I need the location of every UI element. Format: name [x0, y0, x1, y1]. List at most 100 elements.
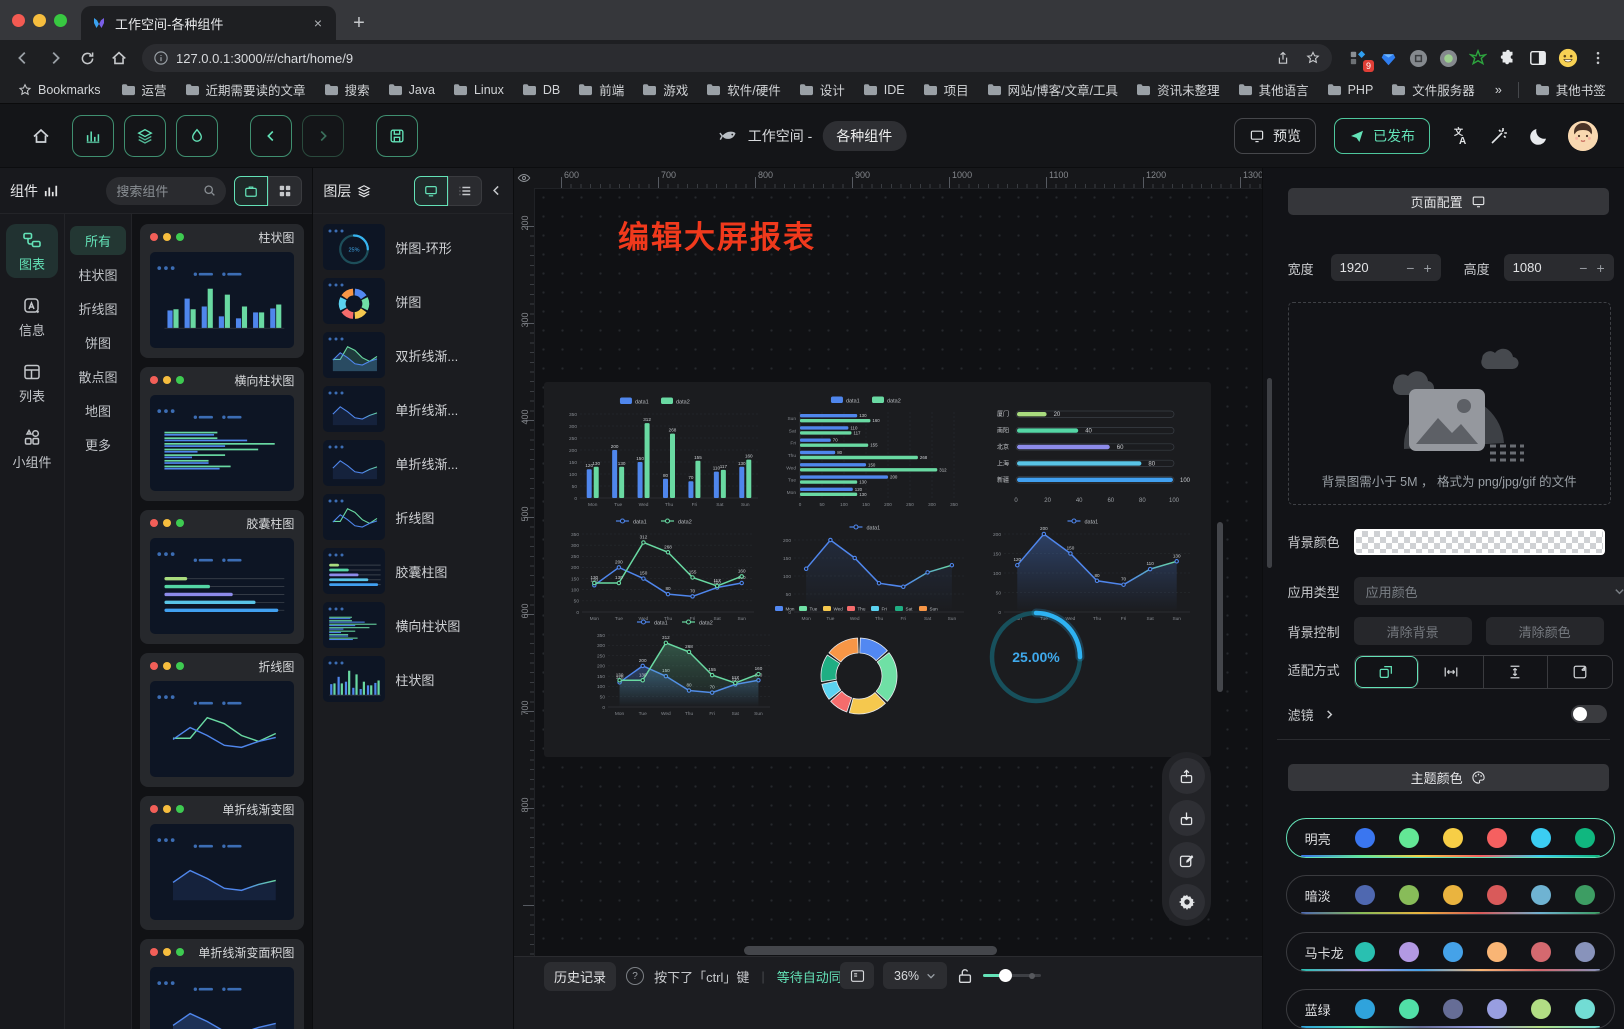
- component-card[interactable]: 单折线渐变图: [140, 796, 304, 930]
- share-icon[interactable]: [1268, 43, 1298, 73]
- dark-mode-moon-icon[interactable]: [1528, 125, 1550, 147]
- bookmark-folder[interactable]: 搜索: [316, 77, 378, 102]
- theme-color-header[interactable]: 主题颜色: [1288, 764, 1609, 791]
- component-card[interactable]: 单折线渐变面积图: [140, 939, 304, 1029]
- zoom-slider[interactable]: [983, 969, 1041, 983]
- category-item[interactable]: 地图: [70, 396, 126, 425]
- toggle-grid-view[interactable]: [268, 176, 302, 206]
- minimize-window-icon[interactable]: [33, 14, 46, 27]
- ruler-eye-icon[interactable]: [514, 168, 534, 188]
- help-icon[interactable]: ?: [626, 967, 644, 985]
- lock-icon[interactable]: [956, 967, 974, 985]
- undo-button[interactable]: [250, 115, 292, 157]
- bookmark-folder[interactable]: 前端: [570, 77, 632, 102]
- theme-row-明亮[interactable]: 明亮: [1286, 818, 1615, 858]
- fit-width-button[interactable]: [1419, 656, 1484, 688]
- publish-button[interactable]: 已发布: [1334, 118, 1430, 154]
- import-button[interactable]: [1169, 800, 1205, 836]
- profile-emoji-icon[interactable]: [1558, 48, 1578, 68]
- layer-list-view[interactable]: [448, 176, 482, 206]
- category-item[interactable]: 更多: [70, 430, 126, 459]
- forward-icon[interactable]: [40, 43, 70, 73]
- home-icon[interactable]: [104, 43, 134, 73]
- chevron-right-icon[interactable]: [1324, 709, 1335, 720]
- layer-item[interactable]: 单折线渐...: [323, 440, 503, 486]
- bookmarks-manager[interactable]: Bookmarks: [10, 80, 109, 100]
- bookmark-folder[interactable]: 近期需要读的文章: [177, 77, 314, 102]
- layers-toolbar-button[interactable]: [124, 115, 166, 157]
- clear-background-button[interactable]: 清除背景: [1354, 617, 1472, 645]
- bookmark-folder[interactable]: 网站/博客/文章/工具: [979, 77, 1126, 102]
- window-controls[interactable]: [0, 0, 81, 40]
- app-type-select[interactable]: 应用颜色: [1354, 577, 1624, 605]
- workspace-name[interactable]: 各种组件: [822, 121, 906, 151]
- bookmark-folder[interactable]: 资讯未整理: [1128, 77, 1228, 102]
- history-button[interactable]: 历史记录: [544, 962, 616, 991]
- layer-item[interactable]: 25%饼图-环形: [323, 224, 503, 270]
- components-toolbar-button[interactable]: [72, 115, 114, 157]
- category-item[interactable]: 所有: [70, 226, 126, 255]
- category-item[interactable]: 饼图: [70, 328, 126, 357]
- bookmark-folder[interactable]: 游戏: [634, 77, 696, 102]
- fit-stretch-button[interactable]: [1548, 656, 1612, 688]
- browser-tab[interactable]: 工作空间-各种组件 ×: [81, 6, 336, 40]
- filter-toggle[interactable]: [1571, 705, 1607, 723]
- canvas-area[interactable]: 6007008009001000110012001300 20030040050…: [514, 168, 1262, 1029]
- tab-close-icon[interactable]: ×: [310, 15, 326, 31]
- search-input[interactable]: 搜索组件: [106, 177, 226, 205]
- zoom-select[interactable]: 36%: [883, 962, 947, 989]
- extension-cmd-icon[interactable]: [1408, 48, 1428, 68]
- bookmark-folder[interactable]: 软件/硬件: [698, 77, 788, 102]
- new-tab-button[interactable]: +: [344, 8, 374, 38]
- board-charts[interactable]: data1data2050100150200250300350Mon120130…: [544, 382, 1211, 757]
- reload-icon[interactable]: [72, 43, 102, 73]
- sidebar-toggle-icon[interactable]: [1528, 48, 1548, 68]
- component-card[interactable]: 横向柱状图: [140, 367, 304, 501]
- theme-row-马卡龙[interactable]: 马卡龙: [1286, 932, 1615, 972]
- layer-item[interactable]: 胶囊柱图: [323, 548, 503, 594]
- bookmark-star-icon[interactable]: [1298, 43, 1328, 73]
- extension-star-icon[interactable]: [1468, 48, 1488, 68]
- layer-item[interactable]: 单折线渐...: [323, 386, 503, 432]
- browser-menu-icon[interactable]: [1588, 48, 1608, 68]
- width-plus-button[interactable]: +: [1423, 260, 1431, 276]
- theme-row-蓝绿[interactable]: 蓝绿: [1286, 989, 1615, 1029]
- sidebar-item-2[interactable]: 列表: [6, 356, 58, 410]
- maximize-window-icon[interactable]: [54, 14, 67, 27]
- extension-record-icon[interactable]: [1438, 48, 1458, 68]
- edit-button[interactable]: [1169, 842, 1205, 878]
- close-window-icon[interactable]: [12, 14, 25, 27]
- other-bookmarks[interactable]: 其他书签: [1527, 77, 1614, 102]
- component-card[interactable]: 柱状图: [140, 224, 304, 358]
- toggle-component-view[interactable]: [234, 176, 268, 206]
- extension-puzzle-icon[interactable]: [1498, 48, 1518, 68]
- component-card[interactable]: 折线图: [140, 653, 304, 787]
- app-home-icon[interactable]: [26, 121, 56, 151]
- bookmark-folder[interactable]: PHP: [1319, 80, 1382, 100]
- layer-item[interactable]: 横向柱状图: [323, 602, 503, 648]
- bookmark-folder[interactable]: DB: [514, 80, 568, 100]
- slider-thumb[interactable]: [999, 969, 1012, 982]
- layer-item[interactable]: 柱状图: [323, 656, 503, 702]
- theme-row-暗淡[interactable]: 暗淡: [1286, 875, 1615, 915]
- back-icon[interactable]: [8, 43, 38, 73]
- bookmark-folder[interactable]: 设计: [791, 77, 853, 102]
- filter-toolbar-button[interactable]: [176, 115, 218, 157]
- sidebar-item-1[interactable]: 信息: [6, 290, 58, 344]
- export-button[interactable]: [1169, 758, 1205, 794]
- horizontal-scrollbar[interactable]: [744, 946, 997, 955]
- site-info-icon[interactable]: [154, 51, 168, 65]
- page-config-header[interactable]: 页面配置: [1288, 188, 1609, 215]
- height-plus-button[interactable]: +: [1596, 260, 1604, 276]
- vertical-scrollbar[interactable]: [1217, 522, 1223, 692]
- address-bar[interactable]: 127.0.0.1:3000/#/chart/home/9: [142, 44, 1332, 72]
- bookmark-folder[interactable]: 其他语言: [1230, 77, 1317, 102]
- bookmarks-overflow[interactable]: »: [1487, 80, 1510, 100]
- translate-icon[interactable]: 文A: [1448, 125, 1470, 147]
- avatar[interactable]: [1568, 121, 1598, 151]
- bookmark-folder[interactable]: Java: [380, 80, 443, 100]
- dashboard-board[interactable]: data1data2050100150200250300350Mon120130…: [544, 382, 1211, 757]
- bg-color-swatch[interactable]: [1354, 529, 1605, 555]
- category-item[interactable]: 折线图: [70, 294, 126, 323]
- bookmark-folder[interactable]: Linux: [445, 80, 512, 100]
